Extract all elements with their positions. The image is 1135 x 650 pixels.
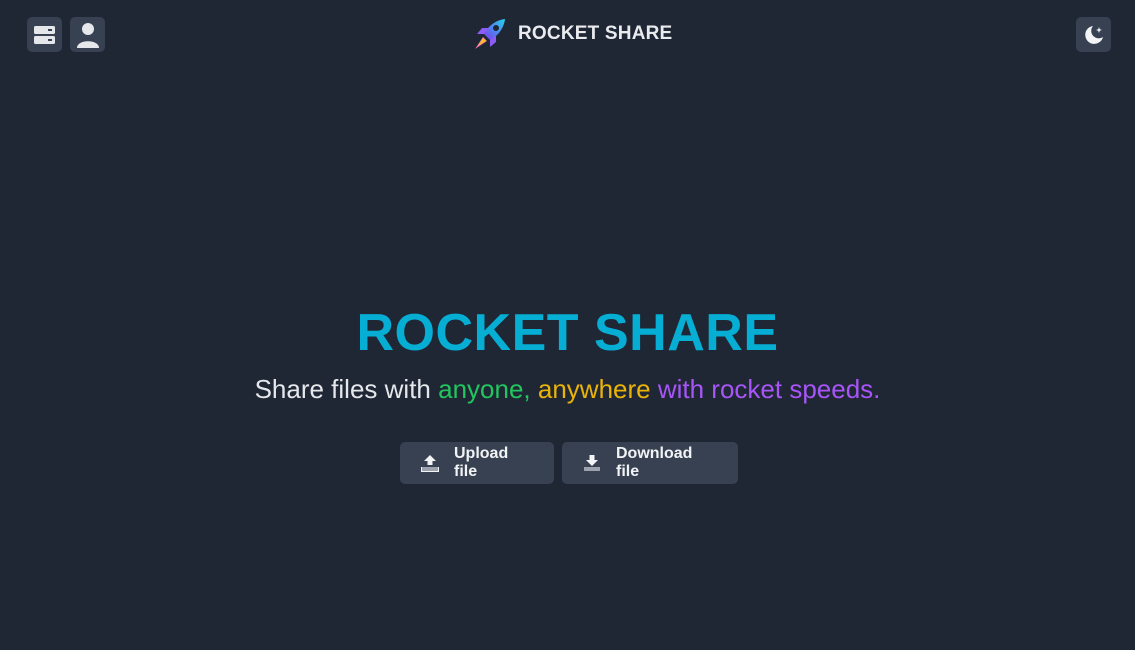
- action-buttons: Upload file Download file: [400, 442, 738, 484]
- download-file-button[interactable]: Download file: [562, 442, 738, 484]
- tagline-part-1: Share files with: [254, 374, 439, 404]
- tagline-anyone: anyone,: [438, 374, 531, 404]
- hero-title: ROCKET SHARE: [356, 304, 779, 362]
- brand-name: ROCKET SHARE: [518, 23, 673, 44]
- download-file-label: Download file: [616, 445, 693, 480]
- tagline-space-1: [531, 374, 538, 404]
- upload-file-button[interactable]: Upload file: [400, 442, 554, 484]
- upload-icon: [420, 453, 440, 473]
- theme-toggle-button[interactable]: [1076, 17, 1111, 52]
- tagline-space-2: [651, 374, 658, 404]
- hero-tagline: Share files with anyone, anywhere with r…: [0, 374, 1135, 404]
- moon-stars-icon: [1084, 25, 1103, 44]
- server-icon: [34, 25, 55, 44]
- download-icon: [582, 453, 602, 473]
- user-icon: [76, 22, 99, 48]
- upload-file-label: Upload file: [454, 445, 509, 480]
- hero-section: ROCKET SHARE Share files with anyone, an…: [0, 304, 1135, 404]
- tagline-anywhere: anywhere: [537, 374, 651, 404]
- user-button[interactable]: [70, 17, 105, 52]
- tagline-rocket-speeds: with rocket speeds.: [657, 374, 881, 404]
- server-button[interactable]: [27, 17, 62, 52]
- rocket-logo-icon: [475, 19, 505, 49]
- brand[interactable]: ROCKET SHARE: [472, 16, 672, 52]
